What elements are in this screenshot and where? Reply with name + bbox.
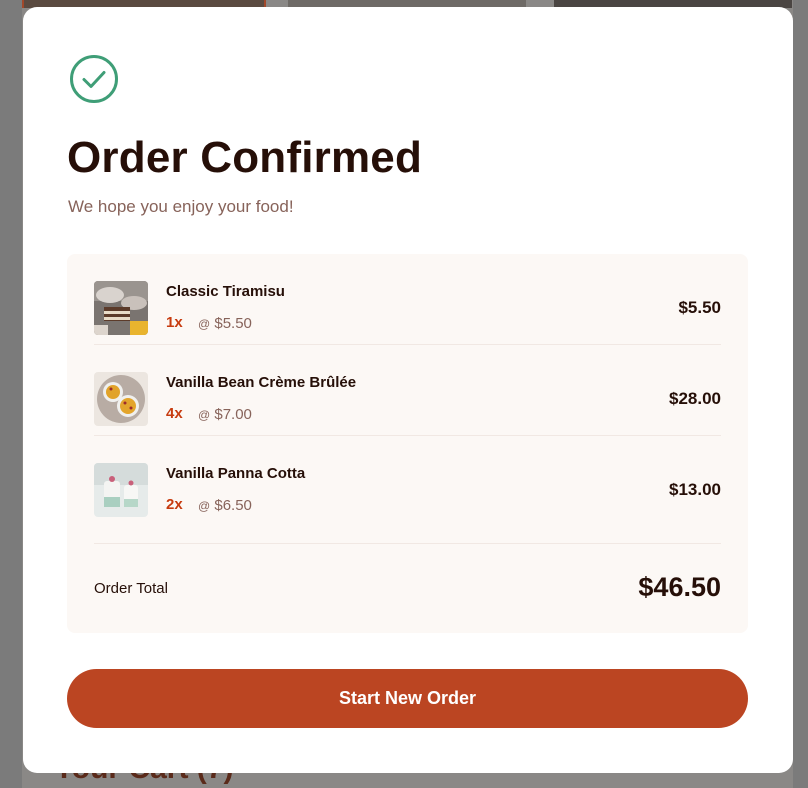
- item-line-total: $5.50: [678, 298, 721, 317]
- item-unit-price-line: @ $5.50: [198, 315, 252, 332]
- item-name: Vanilla Panna Cotta: [166, 465, 306, 482]
- item-unit-price-line: @ $6.50: [198, 497, 252, 514]
- item-quantity: 2x: [166, 496, 183, 513]
- order-confirmed-modal: Order Confirmed We hope you enjoy your f…: [23, 7, 793, 773]
- order-item: Vanilla Bean Crème Brûlée 4x @ $7.00 $28…: [94, 345, 721, 436]
- modal-title: Order Confirmed: [67, 133, 423, 182]
- item-line-total: $13.00: [669, 480, 721, 499]
- item-unit-price-line: @ $7.00: [198, 406, 252, 423]
- item-line-total: $28.00: [669, 389, 721, 408]
- item-quantity: 4x: [166, 405, 183, 422]
- unit-price-prefix: @: [198, 499, 211, 513]
- unit-price-prefix: @: [198, 408, 211, 422]
- order-summary: Classic Tiramisu 1x @ $5.50 $5.50 Vanill…: [67, 254, 748, 633]
- item-name: Vanilla Bean Crème Brûlée: [166, 374, 357, 391]
- tiramisu-thumbnail: [94, 281, 148, 335]
- item-quantity: 1x: [166, 314, 183, 331]
- unit-price-prefix: @: [198, 317, 211, 331]
- order-item: Vanilla Panna Cotta 2x @ $6.50 $13.00: [94, 436, 721, 544]
- order-item: Classic Tiramisu 1x @ $5.50 $5.50: [94, 254, 721, 345]
- item-unit-price: $6.50: [214, 497, 252, 514]
- check-circle-icon: [70, 55, 118, 103]
- modal-subtitle: We hope you enjoy your food!: [68, 197, 294, 216]
- panna-cotta-thumbnail: [94, 463, 148, 517]
- item-name: Classic Tiramisu: [166, 283, 285, 300]
- order-total-value: $46.50: [638, 572, 721, 602]
- item-unit-price: $7.00: [214, 406, 252, 423]
- item-unit-price: $5.50: [214, 315, 252, 332]
- order-total-label: Order Total: [94, 580, 168, 597]
- start-new-order-button[interactable]: Start New Order: [67, 669, 748, 728]
- creme-brulee-thumbnail: [94, 372, 148, 426]
